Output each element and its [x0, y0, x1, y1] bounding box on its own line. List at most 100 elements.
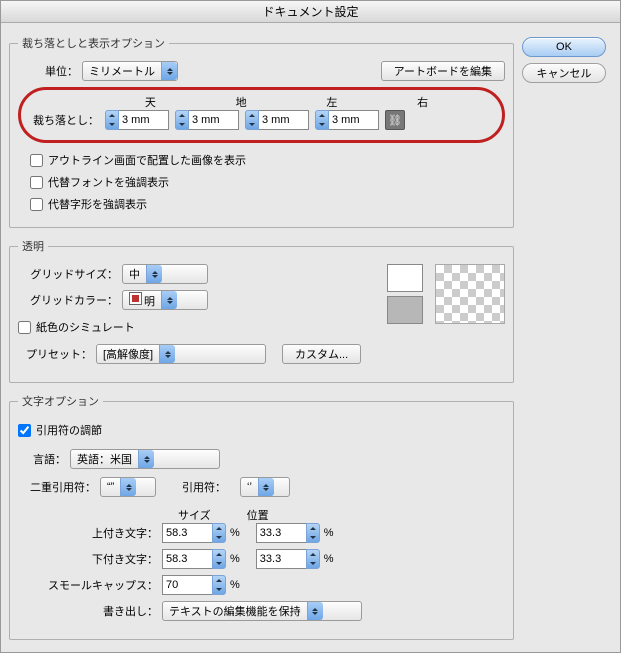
- bleed-top-spinner[interactable]: [105, 110, 169, 130]
- transparency-fieldset: 透明 グリッドサイズ： 中 グリッドカラー： 明 紙色のシミュレート: [9, 238, 514, 383]
- language-value: 英語：米国: [71, 451, 138, 467]
- outline-images-checkbox[interactable]: アウトライン画面で配置した画像を表示: [30, 152, 246, 168]
- dropdown-arrows-icon: [138, 450, 154, 468]
- bleed-label: 裁ち落とし：: [27, 112, 99, 128]
- grid-size-label: グリッドサイズ：: [18, 266, 118, 282]
- superscript-pos[interactable]: [256, 523, 320, 543]
- outline-images-input[interactable]: [30, 154, 43, 167]
- smart-quotes-input[interactable]: [18, 424, 31, 437]
- bleed-bottom-input[interactable]: [189, 110, 239, 130]
- grid-color-label: グリッドカラー：: [18, 292, 118, 308]
- highlight-altglyph-label: 代替字形を強調表示: [48, 196, 147, 212]
- dropdown-arrows-icon: [161, 291, 177, 309]
- bleed-bottom-spinner[interactable]: [175, 110, 239, 130]
- bleed-right-input[interactable]: [329, 110, 379, 130]
- single-quote-label: 引用符：: [182, 479, 226, 495]
- smart-quotes-checkbox[interactable]: 引用符の調節: [18, 422, 102, 438]
- checker-preview: [435, 264, 505, 324]
- dropdown-arrows-icon: [159, 345, 175, 363]
- bleed-left-spinner[interactable]: [245, 110, 309, 130]
- bleed-top-input[interactable]: [119, 110, 169, 130]
- subscript-label: 下付き文字：: [18, 551, 158, 567]
- custom-label: カスタム...: [295, 346, 348, 362]
- preset-value: [高解像度]: [97, 346, 159, 362]
- subscript-size-input[interactable]: [162, 549, 212, 569]
- grid-size-select[interactable]: 中: [122, 264, 208, 284]
- edit-artboard-button[interactable]: アートボードを編集: [381, 61, 505, 81]
- document-setup-dialog: ドキュメント設定 裁ち落としと表示オプション 単位： ミリメートル アートボード…: [0, 0, 621, 653]
- bleed-head-top: 天: [105, 94, 196, 110]
- pct-label: %: [324, 527, 334, 539]
- double-quote-select[interactable]: “”: [100, 477, 156, 497]
- bleed-head-left: 左: [287, 94, 378, 110]
- bleed-highlight: 天 地 左 右 裁ち落とし： ⛓: [18, 87, 505, 143]
- subscript-pos-input[interactable]: [256, 549, 306, 569]
- superscript-size-input[interactable]: [162, 523, 212, 543]
- single-quote-select[interactable]: ‘’: [240, 477, 290, 497]
- position-heading: 位置: [247, 507, 269, 523]
- smallcaps-field[interactable]: [162, 575, 226, 595]
- language-select[interactable]: 英語：米国: [70, 449, 220, 469]
- ok-button[interactable]: OK: [522, 37, 606, 57]
- highlight-altfont-input[interactable]: [30, 176, 43, 189]
- size-heading: サイズ: [178, 507, 211, 523]
- pct-label: %: [230, 553, 240, 565]
- double-quote-value: “”: [101, 481, 120, 493]
- ok-label: OK: [556, 41, 572, 53]
- units-select[interactable]: ミリメートル: [82, 61, 178, 81]
- highlight-altglyph-checkbox[interactable]: 代替字形を強調表示: [30, 196, 147, 212]
- export-select[interactable]: テキストの編集機能を保持: [162, 601, 362, 621]
- highlight-altfont-label: 代替フォントを強調表示: [48, 174, 169, 190]
- superscript-pos-input[interactable]: [256, 523, 306, 543]
- single-quote-value: ‘’: [241, 481, 258, 493]
- link-icon[interactable]: ⛓: [385, 110, 405, 130]
- subscript-pos[interactable]: [256, 549, 320, 569]
- bleed-fieldset: 裁ち落としと表示オプション 単位： ミリメートル アートボードを編集 天 地 左…: [9, 35, 514, 228]
- highlight-altfont-checkbox[interactable]: 代替フォントを強調表示: [30, 174, 169, 190]
- dropdown-arrows-icon: [161, 62, 177, 80]
- subscript-size[interactable]: [162, 549, 226, 569]
- dialog-title: ドキュメント設定: [1, 1, 620, 23]
- bleed-head-bottom: 地: [196, 94, 287, 110]
- smallcaps-label: スモールキャップス：: [18, 577, 158, 593]
- bleed-legend: 裁ち落としと表示オプション: [18, 35, 169, 51]
- units-value: ミリメートル: [83, 63, 161, 79]
- bleed-left-input[interactable]: [259, 110, 309, 130]
- units-label: 単位：: [18, 63, 78, 79]
- dropdown-arrows-icon: [146, 265, 162, 283]
- simulate-paper-label: 紙色のシミュレート: [36, 319, 135, 335]
- language-label: 言語：: [18, 451, 66, 467]
- simulate-paper-checkbox[interactable]: 紙色のシミュレート: [18, 319, 135, 335]
- export-value: テキストの編集機能を保持: [163, 603, 307, 619]
- grid-color-select[interactable]: 明: [122, 290, 208, 310]
- outline-images-label: アウトライン画面で配置した画像を表示: [48, 152, 246, 168]
- preset-label: プリセット：: [18, 346, 92, 362]
- grid-size-value: 中: [123, 266, 146, 282]
- bleed-right-spinner[interactable]: [315, 110, 379, 130]
- simulate-paper-input[interactable]: [18, 321, 31, 334]
- grid-color-value: 明: [144, 296, 155, 308]
- dropdown-arrows-icon: [120, 478, 136, 496]
- dropdown-arrows-icon: [258, 478, 274, 496]
- type-legend: 文字オプション: [18, 393, 103, 409]
- highlight-altglyph-input[interactable]: [30, 198, 43, 211]
- superscript-label: 上付き文字：: [18, 525, 158, 541]
- export-label: 書き出し：: [18, 603, 158, 619]
- bleed-head-right: 右: [377, 94, 468, 110]
- cancel-button[interactable]: キャンセル: [522, 63, 606, 83]
- pct-label: %: [230, 579, 240, 591]
- color-swatch-icon: [129, 292, 142, 305]
- transparency-legend: 透明: [18, 238, 48, 254]
- preset-select[interactable]: [高解像度]: [96, 344, 266, 364]
- smallcaps-input[interactable]: [162, 575, 212, 595]
- pct-label: %: [324, 553, 334, 565]
- double-quote-label: 二重引用符：: [18, 479, 96, 495]
- dropdown-arrows-icon: [307, 602, 323, 620]
- type-fieldset: 文字オプション 引用符の調節 言語： 英語：米国 二重引用符： “” 引用符： …: [9, 393, 514, 640]
- cancel-label: キャンセル: [537, 65, 592, 81]
- superscript-size[interactable]: [162, 523, 226, 543]
- custom-button[interactable]: カスタム...: [282, 344, 361, 364]
- smart-quotes-label: 引用符の調節: [36, 422, 102, 438]
- pct-label: %: [230, 527, 240, 539]
- swatch-white: [387, 264, 423, 292]
